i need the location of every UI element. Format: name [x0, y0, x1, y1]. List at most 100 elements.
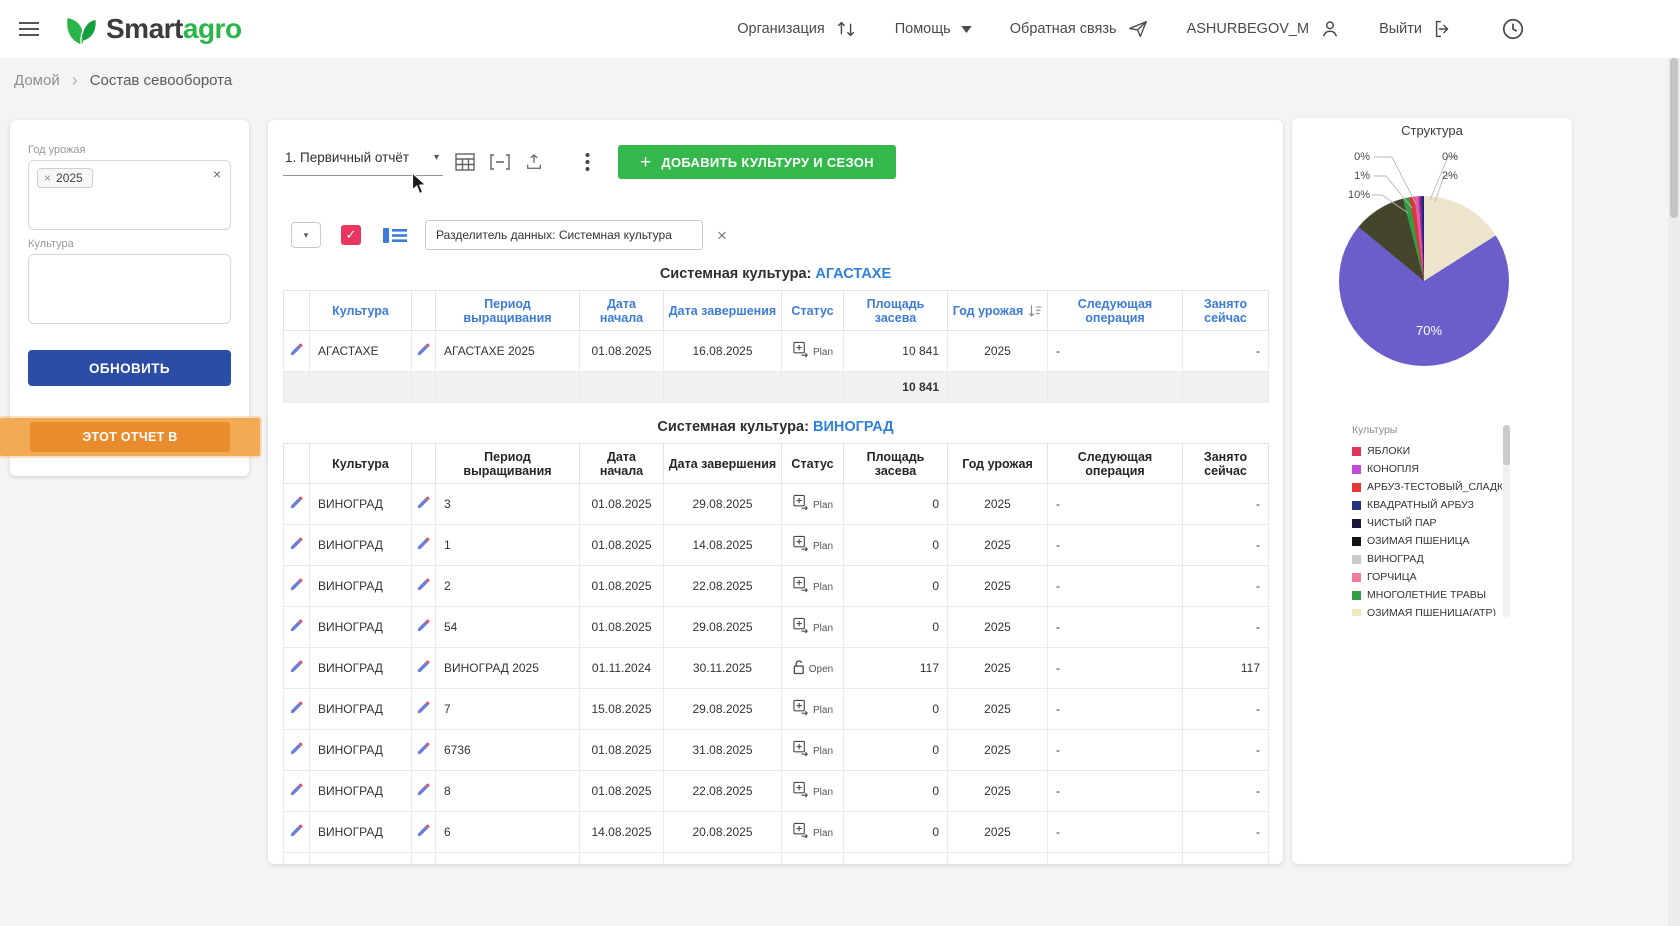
edit-culture-cell	[284, 607, 310, 648]
table-grid-icon[interactable]	[455, 153, 475, 171]
harvest-year-cell: 2025	[948, 730, 1048, 771]
edit-period-cell	[412, 689, 436, 730]
legend-item[interactable]: ГОРЧИЦА	[1352, 568, 1502, 586]
edit-period-icon[interactable]	[417, 660, 430, 673]
culture-input[interactable]	[28, 254, 231, 324]
legend-item[interactable]: КВАДРАТНЫЙ АРБУЗ	[1352, 496, 1502, 514]
report-highlight-button[interactable]: ЭТОТ ОТЧЕТ В	[30, 422, 230, 452]
caret-down-icon	[961, 26, 972, 33]
column-header[interactable]: Год урожая	[948, 291, 1048, 331]
column-header[interactable]: Дата начала	[580, 291, 664, 331]
nav-user[interactable]: ASHURBEGOV_M	[1187, 18, 1341, 40]
splitter-checkbox[interactable]: ✓	[341, 225, 361, 245]
remove-splitter-icon[interactable]: ×	[717, 227, 727, 244]
edit-culture-icon[interactable]	[290, 578, 303, 591]
edit-period-icon[interactable]	[417, 742, 430, 755]
column-header[interactable]: Дата завершения	[664, 444, 782, 484]
data-separator-icon[interactable]	[383, 228, 407, 243]
sown-area-cell: 0	[844, 689, 948, 730]
column-header[interactable]: Площадь засева	[844, 444, 948, 484]
edit-period-cell	[412, 812, 436, 853]
column-header[interactable]: Дата начала	[580, 444, 664, 484]
edit-period-icon[interactable]	[417, 343, 430, 356]
clear-input-icon[interactable]: ×	[213, 167, 221, 181]
column-header-label: Площадь засева	[848, 450, 943, 478]
edit-culture-icon[interactable]	[290, 701, 303, 714]
column-header[interactable]: Статус	[782, 444, 844, 484]
edit-culture-icon[interactable]	[290, 824, 303, 837]
edit-period-icon[interactable]	[417, 496, 430, 509]
pie-callout-label: 2%	[1442, 171, 1458, 182]
fit-columns-icon[interactable]	[490, 154, 510, 170]
column-header[interactable]: Дата завершения	[664, 291, 782, 331]
breadcrumb-home[interactable]: Домой	[14, 72, 60, 89]
edit-period-icon[interactable]	[417, 537, 430, 550]
edit-culture-icon[interactable]	[290, 537, 303, 550]
nav-help[interactable]: Помощь	[895, 21, 972, 37]
legend-scrollbar-thumb[interactable]	[1503, 425, 1510, 465]
edit-culture-icon[interactable]	[290, 619, 303, 632]
column-header[interactable]: Год урожая	[948, 444, 1048, 484]
legend-item[interactable]: ОЗИМАЯ ПШЕНИЦА	[1352, 532, 1502, 550]
report-type-select[interactable]: 1. Первичный отчёт ▾	[283, 148, 443, 176]
edit-period-icon[interactable]	[417, 783, 430, 796]
edit-culture-icon[interactable]	[290, 660, 303, 673]
status-label: Plan	[813, 623, 833, 634]
app-logo[interactable]: Smartagro	[62, 10, 242, 48]
edit-culture-icon[interactable]	[290, 742, 303, 755]
leaf-logo-icon	[62, 10, 102, 48]
column-header[interactable]: Период выращивания	[436, 291, 580, 331]
edit-period-icon[interactable]	[417, 701, 430, 714]
harvest-year-cell: 2025	[948, 566, 1048, 607]
edit-column-header	[284, 444, 310, 484]
edit-culture-icon[interactable]	[290, 496, 303, 509]
column-header[interactable]: Культура	[310, 291, 412, 331]
column-header[interactable]: Занято сейчас	[1183, 444, 1269, 484]
history-clock-icon[interactable]	[1500, 16, 1526, 42]
culture-season-table: Культура Период выращиванияДата началаДат…	[283, 443, 1269, 864]
column-header[interactable]: Период выращивания	[436, 444, 580, 484]
add-culture-season-button[interactable]: + ДОБАВИТЬ КУЛЬТУРУ И СЕЗОН	[618, 145, 896, 179]
chip-remove-icon[interactable]: ×	[44, 172, 51, 184]
splitter-expand-button[interactable]: ▾	[291, 222, 321, 248]
edit-culture-icon[interactable]	[290, 783, 303, 796]
page-scrollbar[interactable]	[1668, 58, 1680, 926]
refresh-button[interactable]: ОБНОВИТЬ	[28, 350, 231, 386]
sort-descending-icon[interactable]	[1028, 305, 1042, 317]
page-scrollbar-thumb[interactable]	[1670, 58, 1678, 218]
edit-period-icon[interactable]	[417, 619, 430, 632]
data-splitter-field[interactable]: Разделитель данных: Системная культура	[425, 220, 703, 250]
edit-period-icon[interactable]	[417, 824, 430, 837]
column-header[interactable]: Культура	[310, 444, 412, 484]
more-vertical-icon[interactable]	[585, 152, 590, 172]
column-header[interactable]: Площадь засева	[844, 291, 948, 331]
legend-item[interactable]: МНОГОЛЕТНИЕ ТРАВЫ	[1352, 586, 1502, 604]
year-chip[interactable]: × 2025	[37, 168, 93, 188]
column-header[interactable]: Следующая операция	[1048, 444, 1183, 484]
edit-period-icon[interactable]	[417, 578, 430, 591]
column-header[interactable]: Занято сейчас	[1183, 291, 1269, 331]
harvest-year-input[interactable]: × 2025 ×	[28, 160, 231, 230]
start-date-cell	[580, 853, 664, 865]
legend-item[interactable]: ЯБЛОКИ	[1352, 442, 1502, 460]
legend-item[interactable]: ЧИСТЫЙ ПАР	[1352, 514, 1502, 532]
status-label: Plan	[813, 582, 833, 593]
edit-period-cell	[412, 331, 436, 372]
period-cell: 2	[436, 566, 580, 607]
edit-culture-icon[interactable]	[290, 343, 303, 356]
end-date-cell: 30.11.2025	[664, 648, 782, 689]
nav-organization[interactable]: Организация	[737, 18, 856, 40]
legend-item[interactable]: КОНОПЛЯ	[1352, 460, 1502, 478]
legend-item[interactable]: АРБУЗ-ТЕСТОВЫЙ_СЛАДКИЙ	[1352, 478, 1502, 496]
nav-logout[interactable]: Выйти	[1379, 18, 1454, 40]
export-icon[interactable]	[525, 153, 543, 171]
column-header[interactable]: Статус	[782, 291, 844, 331]
plan-status-icon	[792, 699, 810, 716]
legend-item[interactable]: ВИНОГРАД	[1352, 550, 1502, 568]
hamburger-menu-icon[interactable]	[14, 17, 44, 41]
legend-scrollbar[interactable]	[1503, 425, 1510, 617]
nav-feedback[interactable]: Обратная связь	[1010, 18, 1149, 40]
column-header[interactable]: Следующая операция	[1048, 291, 1183, 331]
summary-cell	[664, 372, 782, 403]
legend-item[interactable]: ОЗИМАЯ ПШЕНИЦА(АТР)	[1352, 604, 1502, 616]
